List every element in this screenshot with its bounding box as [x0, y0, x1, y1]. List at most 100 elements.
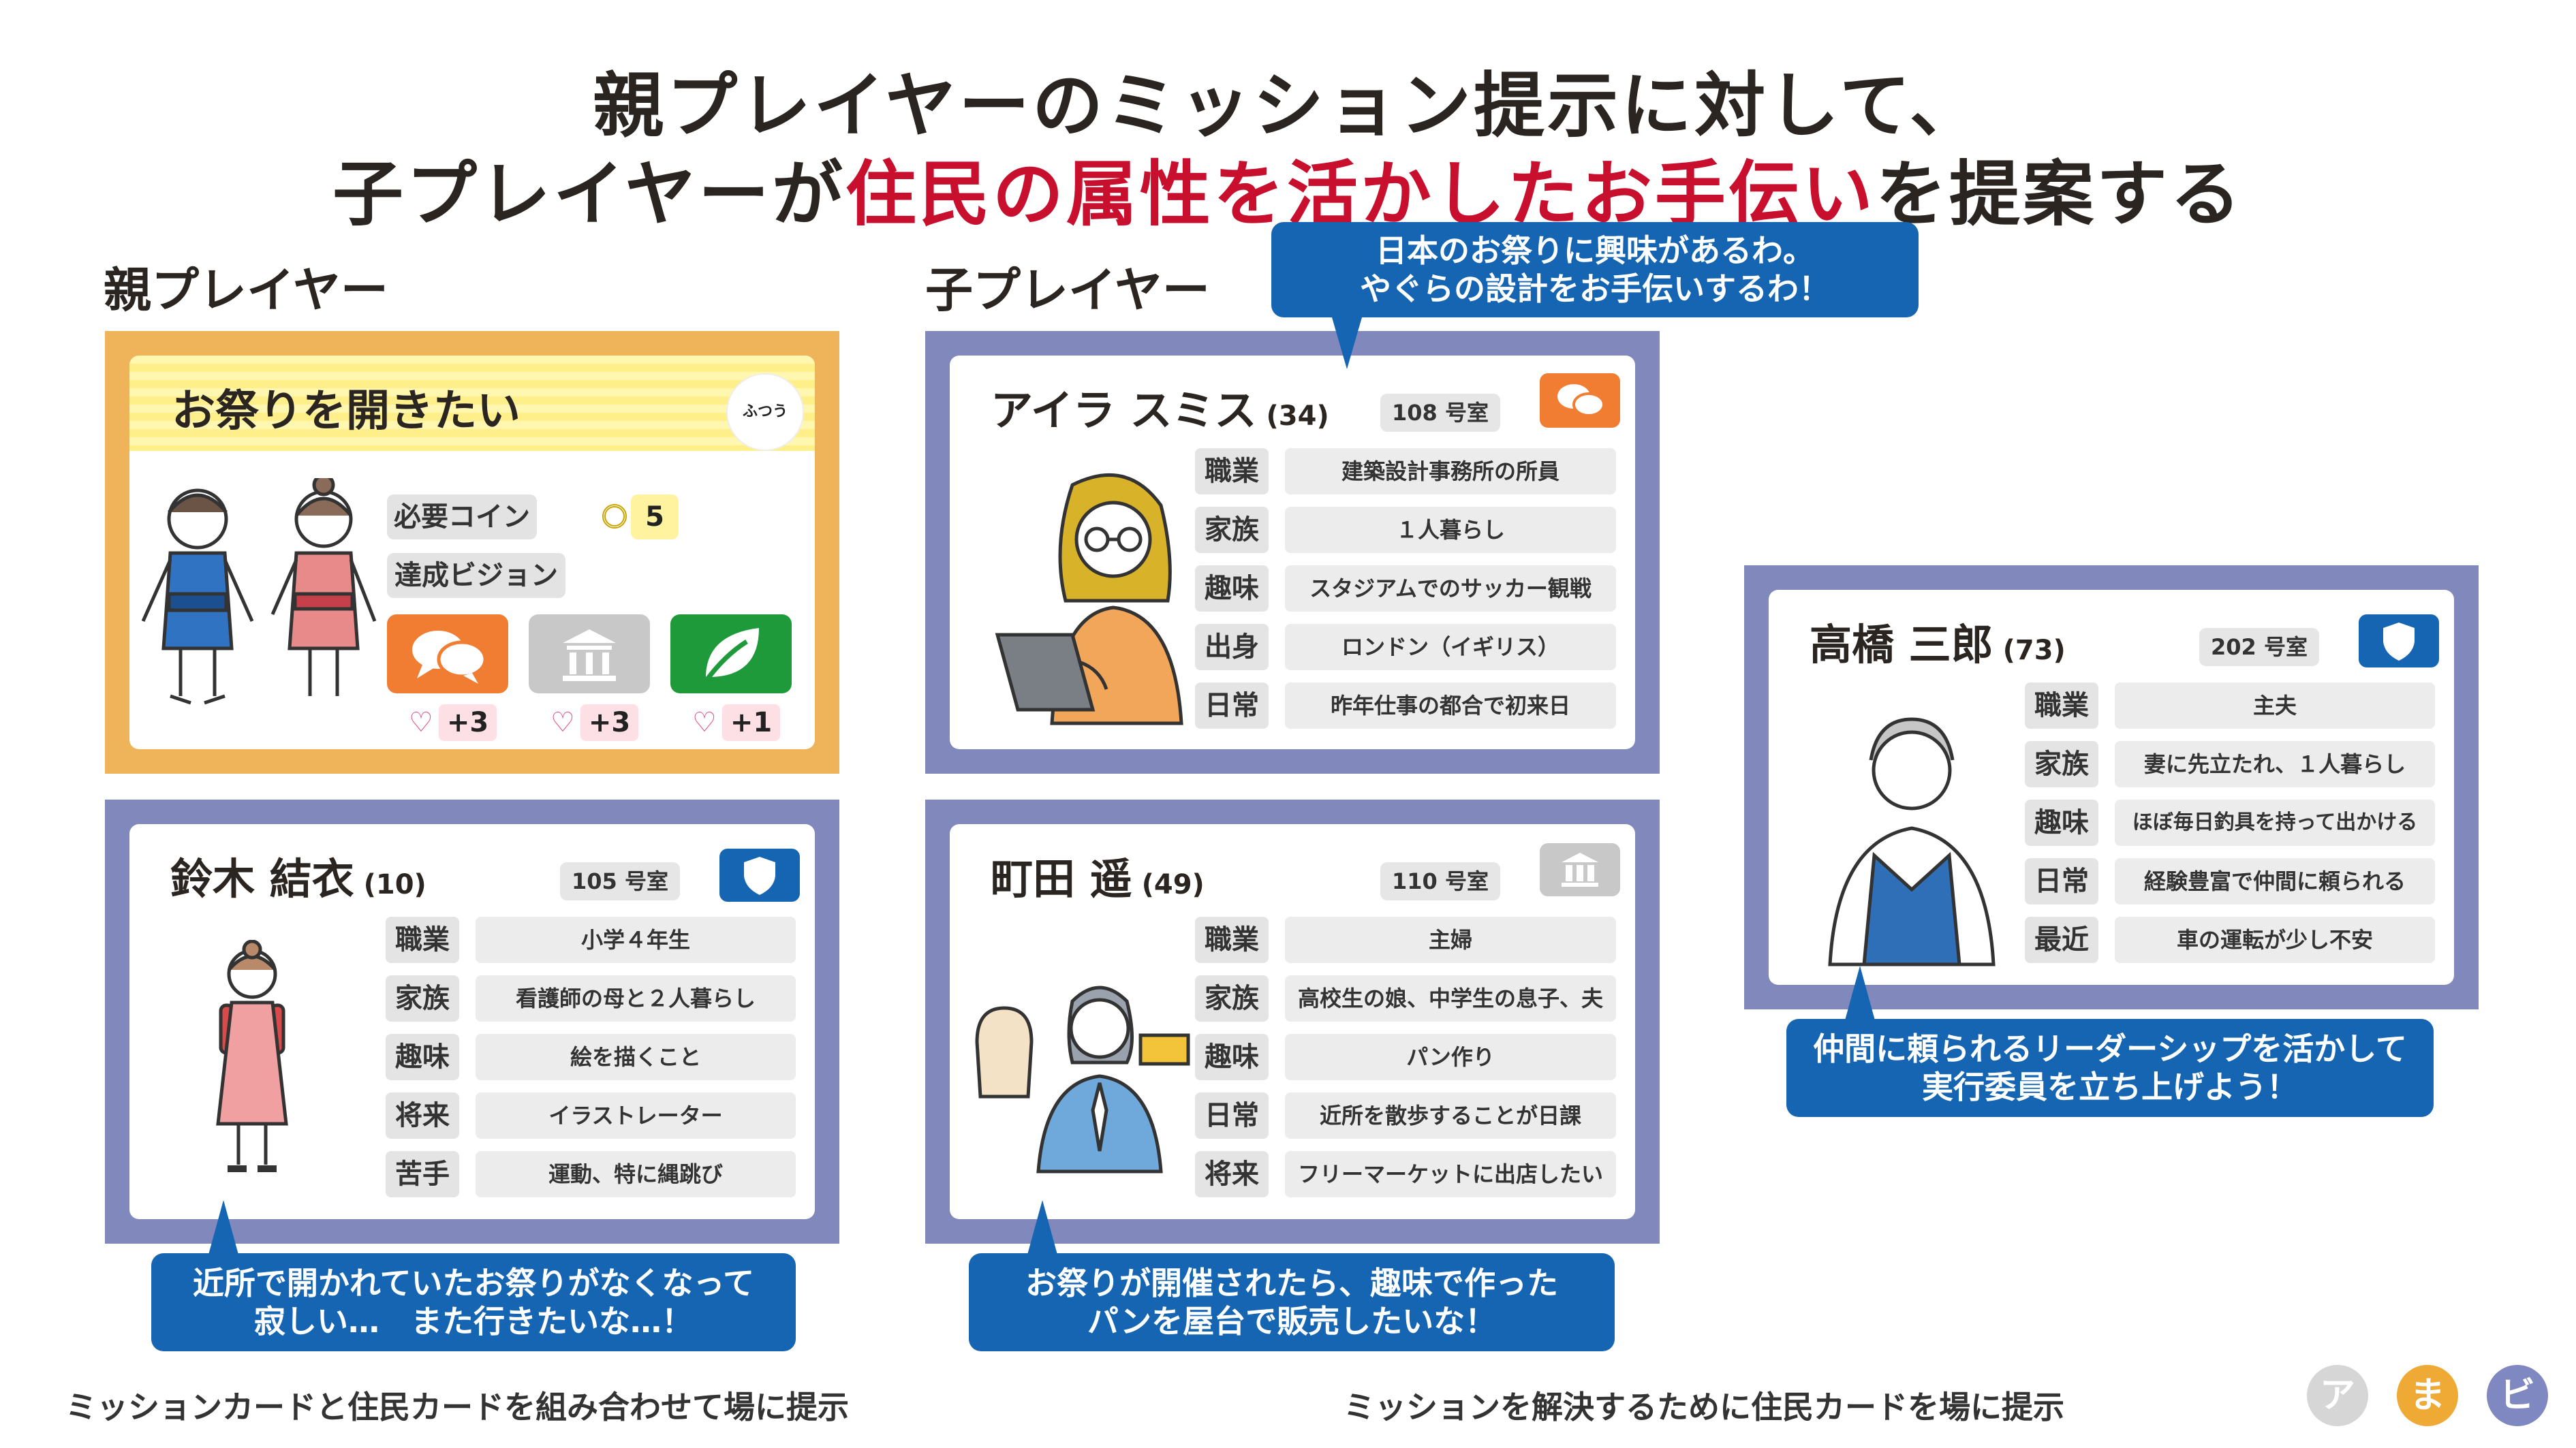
attr-value: １人暮らし [1285, 507, 1616, 553]
resident-card-takahashi[interactable]: 高橋 三郎 (73) 202 号室 職業 主夫 家族 妻に先立たれ、１人暮らし 趣… [1744, 565, 2479, 1009]
shield-icon [744, 857, 775, 895]
child-player-label: 子プレイヤー [925, 262, 1210, 318]
mission-card-body: お祭りを開きたい ふつう 必要コイン 5 達成ビジョン ♡ +3 ♡ +3 ♡ … [129, 356, 815, 749]
heart-icon: ♡ [409, 707, 433, 738]
resident-age: (49) [1141, 869, 1205, 900]
name-text: 鈴木 結衣 [170, 854, 354, 904]
reward-value: +3 [580, 704, 639, 741]
caption-parent: ミッションカードと住民カードを組み合わせて場に提示 [65, 1389, 849, 1426]
attr-value: 主婦 [1285, 917, 1616, 963]
vision-environment[interactable] [670, 614, 792, 693]
attr-label: 趣味 [1195, 1034, 1269, 1080]
attr-value: 小学４年生 [476, 917, 796, 963]
vision-label: 達成ビジョン [387, 553, 565, 598]
bubble-line: 仲間に頼られるリーダーシップを活かして [1813, 1030, 2407, 1067]
speech-bubble-tail [1027, 1200, 1057, 1255]
resident-card-aira[interactable]: アイラ スミス (34) 108 号室 職業 建築設計事務所の所員 家族 １人暮ら… [925, 331, 1660, 774]
attr-value: 建築設計事務所の所員 [1285, 448, 1616, 494]
bubble-line: 寂しい… また行きたいな…！ [254, 1303, 693, 1340]
resident-card-machida[interactable]: 町田 遥 (49) 110 号室 職業 主婦 家族 高校生の娘、中学生の息子、夫… [925, 800, 1660, 1244]
speech-bubbles-icon [412, 631, 487, 684]
attr-value: 車の運転が少し不安 [2115, 917, 2435, 963]
attr-value: イラストレーター [476, 1092, 796, 1139]
speech-bubble-suzuki: 近所で開かれていたお祭りがなくなって 寂しい… また行きたいな…！ [151, 1253, 796, 1351]
elderly-man-illustration [1828, 717, 1996, 966]
bubble-line: お祭りが開催されたら、趣味で作った [1025, 1265, 1558, 1302]
name-text: 高橋 三郎 [1810, 620, 1993, 670]
resident-card-suzuki[interactable]: 鈴木 結衣 (10) 105 号室 職業 小学４年生 家族 看護師の母と２人暮らし… [105, 800, 839, 1244]
vision-public[interactable] [529, 614, 650, 693]
resident-name: 高橋 三郎 (73) [1810, 610, 2066, 672]
resident-name: アイラ スミス (34) [991, 376, 1329, 437]
leaf-icon [704, 628, 759, 683]
government-building-icon [563, 629, 616, 681]
parent-player-label: 親プレイヤー [104, 262, 388, 318]
heart-icon: ♡ [692, 707, 717, 738]
attr-value: パン作り [1285, 1034, 1616, 1080]
attr-label: 将来 [1195, 1151, 1269, 1197]
speech-bubbles-icon [1557, 384, 1605, 417]
attr-label: 日常 [1195, 682, 1269, 729]
attr-value: フリーマーケットに出店したい [1285, 1151, 1616, 1197]
baker-woman-illustration [975, 986, 1190, 1174]
badge-public [1540, 843, 1620, 896]
difficulty-badge: ふつう [728, 375, 803, 450]
architect-woman-illustration [995, 473, 1183, 725]
speech-bubble-tail [208, 1200, 238, 1255]
resident-card-body: アイラ スミス (34) 108 号室 職業 建築設計事務所の所員 家族 １人暮ら… [950, 356, 1635, 749]
attr-value: 主夫 [2115, 682, 2435, 729]
headline-part: を提案する [1875, 153, 2244, 236]
speech-bubble-machida: お祭りが開催されたら、趣味で作った パンを屋台で販売したいな！ [969, 1253, 1615, 1351]
mission-title: お祭りを開きたい [172, 386, 521, 437]
attr-value: 絵を描くこと [476, 1034, 796, 1080]
caption-child: ミッションを解決するために住民カードを場に提示 [1344, 1389, 2064, 1426]
attr-label: 趣味 [1195, 565, 1269, 612]
government-building-icon [1562, 853, 1598, 887]
attr-label: 職業 [2025, 682, 2098, 729]
reward-value: +1 [721, 704, 781, 741]
speech-bubble-tail [1332, 317, 1362, 369]
badge-safety [2359, 614, 2439, 667]
bubble-line: 近所で開かれていたお祭りがなくなって [192, 1265, 755, 1302]
attr-label: 最近 [2025, 917, 2098, 963]
logo-char-ma: ま [2397, 1365, 2458, 1426]
bubble-line: 実行委員を立ち上げよう！ [1922, 1069, 2298, 1105]
attr-label: 将来 [386, 1092, 459, 1139]
resident-card-body: 町田 遥 (49) 110 号室 職業 主婦 家族 高校生の娘、中学生の息子、夫… [950, 824, 1635, 1219]
attr-value: 看護師の母と２人暮らし [476, 975, 796, 1022]
vision-community[interactable] [387, 614, 508, 693]
bubble-line: パンを屋台で販売したいな！ [1087, 1303, 1497, 1340]
name-text: 町田 遥 [991, 854, 1132, 904]
room-number: 108 号室 [1380, 394, 1500, 432]
resident-card-body: 鈴木 結衣 (10) 105 号室 職業 小学４年生 家族 看護師の母と２人暮らし… [129, 824, 815, 1219]
headline-part: 子プレイヤーが [332, 153, 845, 236]
attr-label: 苦手 [386, 1151, 459, 1197]
room-number: 202 号室 [2199, 628, 2319, 666]
attr-label: 家族 [1195, 507, 1269, 553]
resident-card-body: 高橋 三郎 (73) 202 号室 職業 主夫 家族 妻に先立たれ、１人暮らし 趣… [1769, 590, 2454, 985]
required-coin-label: 必要コイン [387, 494, 537, 539]
attr-label: 趣味 [386, 1034, 459, 1080]
headline-line-1: 親プレイヤーのミッション提示に対して、 [593, 64, 1983, 147]
mission-card[interactable]: お祭りを開きたい ふつう 必要コイン 5 達成ビジョン ♡ +3 ♡ +3 ♡ … [105, 331, 839, 774]
reward-2: ♡ +3 [550, 704, 639, 741]
shield-icon [2383, 623, 2415, 661]
attr-label: 家族 [2025, 741, 2098, 787]
attr-value: 経験豊富で仲間に頼られる [2115, 858, 2435, 904]
attr-label: 日常 [2025, 858, 2098, 904]
name-text: アイラ スミス [991, 385, 1257, 435]
bubble-line: 日本のお祭りに興味があるわ。 [1376, 232, 1814, 269]
attr-label: 出身 [1195, 624, 1269, 670]
kids-yukata-illustration [141, 478, 377, 705]
badge-safety [719, 849, 800, 902]
resident-age: (73) [2002, 635, 2066, 666]
reward-3: ♡ +1 [692, 704, 781, 741]
attr-value: ほぼ毎日釣具を持って出かける [2115, 800, 2435, 846]
attr-value: スタジアムでのサッカー観戦 [1285, 565, 1616, 612]
attr-label: 家族 [1195, 975, 1269, 1022]
attr-label: 職業 [1195, 917, 1269, 963]
attr-value: ロンドン（イギリス） [1285, 624, 1616, 670]
logo-char-bi: ビ [2487, 1365, 2548, 1426]
badge-community [1540, 373, 1620, 428]
speech-bubble-takahashi: 仲間に頼られるリーダーシップを活かして 実行委員を立ち上げよう！ [1786, 1019, 2434, 1117]
